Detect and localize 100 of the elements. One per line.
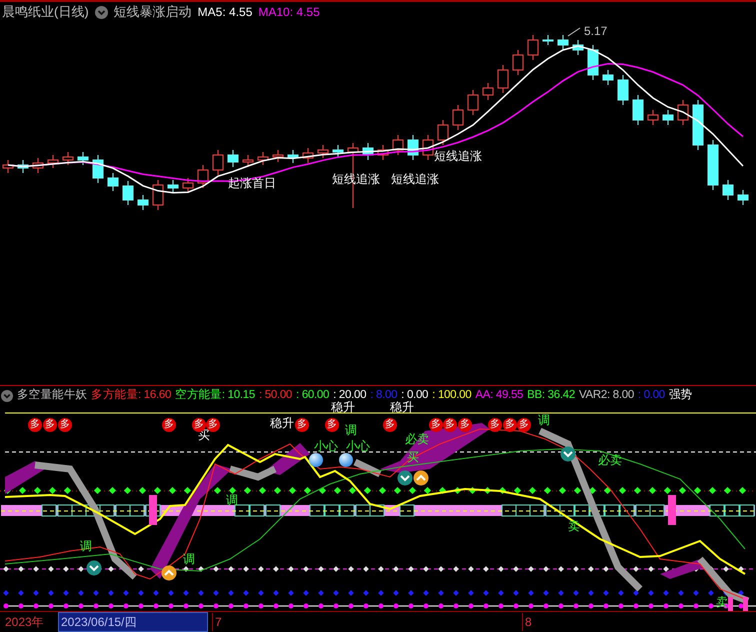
indicator-value: : 0.00 bbox=[401, 388, 428, 401]
candle bbox=[32, 158, 44, 174]
candle bbox=[468, 90, 478, 116]
legend-value: MA10: 4.55 bbox=[258, 4, 320, 21]
candle bbox=[738, 190, 748, 206]
signal-bar bbox=[728, 597, 733, 611]
stock-title: 晨鸣纸业(日线) bbox=[2, 3, 89, 22]
indicator-value: : 60.00 bbox=[296, 388, 330, 403]
candle bbox=[512, 50, 524, 76]
candle bbox=[588, 44, 598, 80]
signal-label: 调 bbox=[345, 424, 357, 437]
ball-icon bbox=[309, 453, 323, 467]
candle bbox=[648, 110, 658, 126]
signal-label: 小心 bbox=[314, 440, 338, 453]
signal-label: 必卖 bbox=[405, 433, 429, 446]
indicator-value: VAR2: 8.00 bbox=[578, 388, 634, 403]
candle bbox=[452, 104, 464, 130]
candle bbox=[108, 172, 118, 192]
signal-label: 小心 bbox=[346, 440, 370, 453]
high-price-label: 5.17 bbox=[584, 23, 608, 40]
indicator-value: 强势 bbox=[668, 388, 692, 403]
signal-label: 稳升 bbox=[270, 417, 294, 430]
signal-badge: 多 bbox=[458, 418, 472, 432]
cursor-date: 2023/06/15/四 bbox=[58, 612, 208, 632]
candle bbox=[138, 194, 148, 210]
candle bbox=[168, 180, 178, 194]
signal-label: 短线追涨 bbox=[391, 171, 439, 188]
candle bbox=[708, 140, 718, 190]
year-label: 2023年 bbox=[4, 614, 45, 631]
signal-badge: 多 bbox=[517, 418, 531, 432]
candle bbox=[198, 164, 208, 188]
candle bbox=[212, 150, 224, 176]
candle bbox=[378, 144, 388, 160]
indicator-value: : 100.00 bbox=[432, 388, 472, 403]
signal-badge: 多 bbox=[488, 418, 502, 432]
indicator-value: : 0.00 bbox=[638, 388, 665, 403]
candle bbox=[242, 154, 254, 168]
candle bbox=[78, 152, 88, 166]
candle bbox=[258, 152, 268, 166]
signal-label: 调 bbox=[538, 414, 550, 427]
candle bbox=[422, 134, 434, 160]
signal-badge: 多 bbox=[383, 418, 397, 432]
indicator-value: AA: 49.55 bbox=[475, 388, 524, 403]
signal-badge: 多 bbox=[43, 418, 57, 432]
candle bbox=[92, 154, 104, 184]
month-label: 7 bbox=[212, 613, 522, 631]
chevron-down-icon[interactable] bbox=[1, 390, 13, 402]
candle bbox=[302, 148, 314, 164]
chevron-up-icon bbox=[161, 565, 177, 581]
chevron-down-icon bbox=[86, 560, 102, 576]
ball-icon bbox=[339, 453, 353, 467]
candle bbox=[122, 180, 134, 206]
indicator-name: 短线暴涨启动 bbox=[114, 3, 192, 22]
signal-label: 稳升 bbox=[331, 401, 355, 414]
indicator-value: BB: 36.42 bbox=[527, 388, 575, 403]
signal-badge: 多 bbox=[325, 418, 339, 432]
signal-badge: 多 bbox=[295, 418, 309, 432]
signal-label: 必卖 bbox=[598, 454, 622, 467]
candle bbox=[408, 134, 418, 160]
indicator-title: 多空量能牛妖 bbox=[17, 387, 88, 403]
candle bbox=[152, 180, 164, 210]
month-label: 8 bbox=[522, 613, 532, 631]
candle bbox=[722, 180, 734, 200]
candle bbox=[618, 74, 628, 106]
candle bbox=[228, 150, 238, 168]
candle bbox=[272, 150, 284, 162]
signal-bar bbox=[743, 597, 748, 611]
legend-value: MA5: 4.55 bbox=[198, 4, 252, 21]
candle bbox=[288, 150, 298, 164]
candle bbox=[332, 144, 344, 158]
signal-badge: 多 bbox=[429, 418, 443, 432]
chevron-down-icon[interactable] bbox=[94, 6, 108, 18]
candle bbox=[392, 134, 404, 156]
candle bbox=[48, 154, 58, 168]
signal-label: 调 bbox=[183, 553, 195, 566]
candle bbox=[692, 100, 704, 150]
indicator-value: : 50.00 bbox=[258, 388, 292, 403]
signal-label: 短线追涨 bbox=[434, 148, 482, 165]
indicator-value: 多方能量: 16.60 bbox=[91, 387, 172, 403]
candle bbox=[482, 82, 494, 100]
candle bbox=[362, 142, 374, 160]
signal-label: 卖 bbox=[568, 520, 580, 533]
signal-label: 买 bbox=[407, 451, 419, 464]
indicator-value: : 8.00 bbox=[370, 388, 398, 402]
chevron-down-icon bbox=[560, 446, 576, 462]
candle bbox=[558, 34, 568, 50]
signal-badge: 多 bbox=[58, 418, 72, 432]
candle bbox=[662, 110, 674, 126]
leader-line bbox=[568, 28, 580, 36]
candle bbox=[602, 70, 614, 86]
candle bbox=[572, 40, 584, 56]
signal-badge: 多 bbox=[28, 418, 42, 432]
indicator-value: 空方能量: 10.15 bbox=[175, 387, 255, 403]
candle bbox=[62, 152, 74, 166]
candle bbox=[18, 160, 28, 174]
chevron-down-icon bbox=[397, 470, 413, 486]
signal-badge: 多 bbox=[162, 418, 176, 432]
candle bbox=[632, 94, 644, 126]
signal-label: 调 bbox=[226, 494, 238, 507]
indicator-value: : 20.00 bbox=[333, 388, 366, 401]
